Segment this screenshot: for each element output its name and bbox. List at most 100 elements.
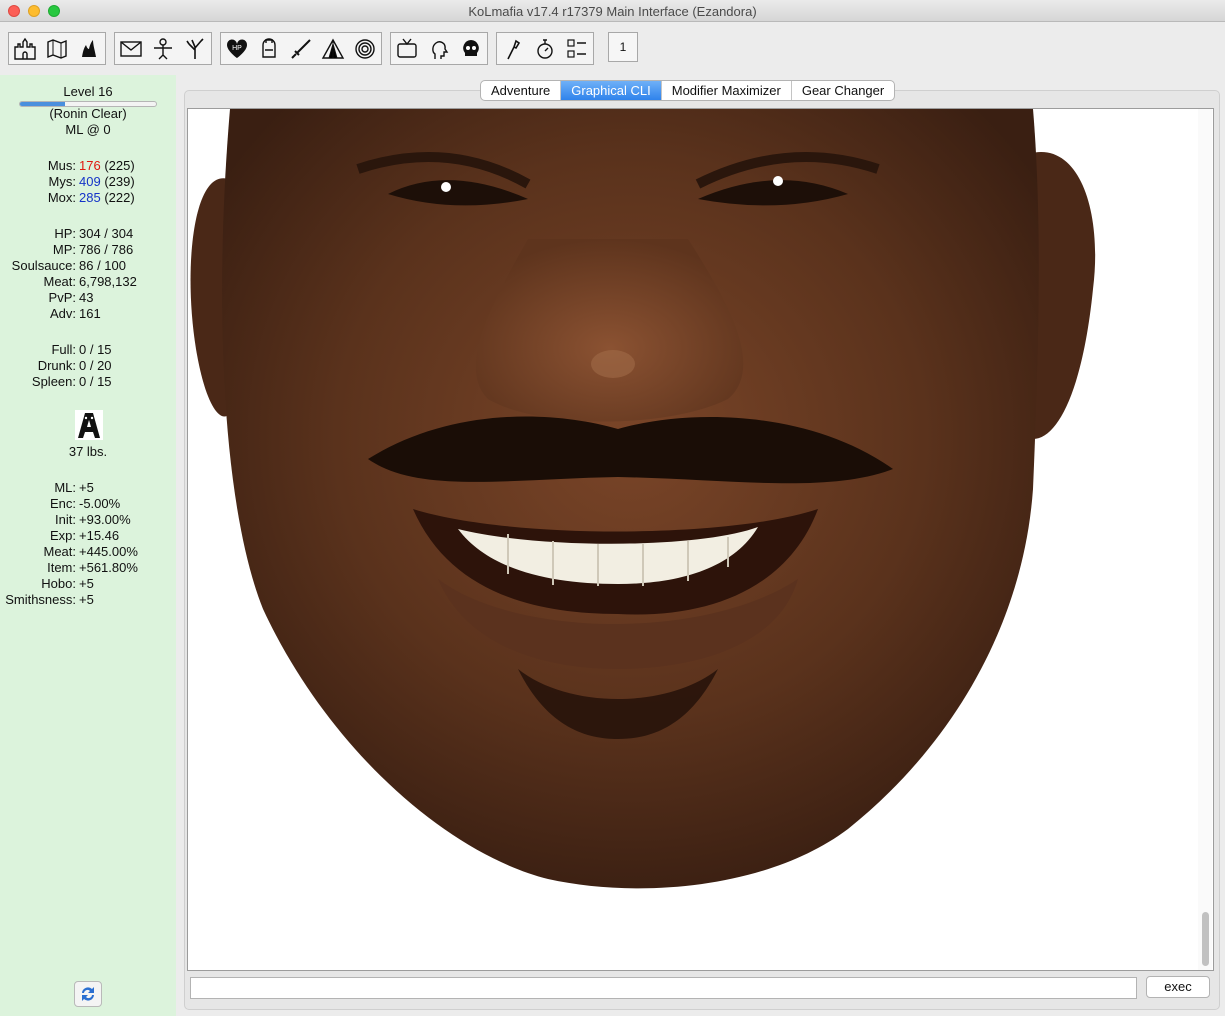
castle-icon[interactable] [9, 33, 41, 64]
scarecrow-icon[interactable] [147, 33, 179, 64]
face-image [190, 109, 1096, 889]
stat-base-value: (222) [104, 190, 135, 205]
map-icon[interactable] [41, 33, 73, 64]
scrollbar-thumb[interactable] [1202, 912, 1209, 966]
tv-icon[interactable] [391, 33, 423, 64]
stopwatch-icon[interactable] [529, 33, 561, 64]
resource-value: 43 [79, 290, 94, 305]
modifier-row-initiative: Init: +93.00% [0, 512, 176, 528]
modifier-value: +15.46 [79, 528, 120, 543]
tab-graphical-cli[interactable]: Graphical CLI [561, 81, 662, 100]
resource-label: Meat: [43, 274, 76, 289]
stat-row-mysticality: Mys: 409 (239) [0, 174, 176, 190]
resource-value: 304 / 304 [79, 226, 134, 241]
resource-value: 786 / 786 [79, 242, 134, 257]
exec-button[interactable]: exec [1146, 976, 1210, 998]
organ-label: Full: [51, 342, 76, 357]
modifier-label: Meat: [43, 544, 76, 559]
cauldron-icon[interactable] [73, 33, 105, 64]
toolbar-group-tools [496, 32, 594, 65]
modifier-value: +445.00% [79, 544, 138, 559]
stat-label: Mox: [47, 190, 76, 205]
mail-icon[interactable] [115, 33, 147, 64]
modifier-label: Exp: [49, 528, 76, 543]
modifier-label: ML: [54, 480, 76, 495]
modifier-label: Hobo: [41, 576, 76, 591]
refresh-button[interactable] [74, 981, 102, 1007]
resource-label: PvP: [48, 290, 76, 305]
checklist-icon[interactable] [561, 33, 593, 64]
toolbar-group-character: HP [220, 32, 382, 65]
modifier-label: Smithsness: [5, 592, 76, 607]
modifier-row-encounter: Enc: -5.00% [0, 496, 176, 512]
familiar-icon[interactable] [75, 410, 103, 440]
modifier-label: Item: [47, 560, 76, 575]
path-label: (Ronin Clear) [49, 106, 127, 121]
modifier-value: +5 [79, 576, 94, 591]
circus-tent-icon[interactable] [317, 33, 349, 64]
resource-row-hp: HP: 304 / 304 [0, 226, 176, 242]
resource-row-pvp: PvP: 43 [0, 290, 176, 306]
organ-value: 0 / 15 [79, 342, 112, 357]
resource-row-meat: Meat: 6,798,132 [0, 274, 176, 290]
resource-label: Adv: [49, 306, 76, 321]
stat-base-value: (239) [104, 174, 135, 189]
cli-command-input[interactable] [190, 977, 1137, 999]
head-icon[interactable] [423, 33, 455, 64]
organ-label: Drunk: [37, 358, 76, 373]
svg-text:HP: HP [232, 45, 242, 52]
resource-label: HP: [54, 226, 76, 241]
tab-gear-changer[interactable]: Gear Changer [792, 81, 894, 100]
modifier-value: +561.80% [79, 560, 138, 575]
backpack-icon[interactable] [253, 33, 285, 64]
resource-value: 86 / 100 [79, 258, 126, 273]
organ-row-spleen: Spleen: 0 / 15 [0, 374, 176, 390]
session-counter-badge[interactable]: 1 [608, 32, 638, 62]
toolbar-group-social [114, 32, 212, 65]
stat-row-moxie: Mox: 285 (222) [0, 190, 176, 206]
organ-row-full: Full: 0 / 15 [0, 342, 176, 358]
stat-value-pair: 409 (239) [79, 174, 135, 190]
spiral-icon[interactable] [349, 33, 381, 64]
refresh-icon [82, 987, 94, 1001]
modifier-row-meat: Meat: +445.00% [0, 544, 176, 560]
organ-label: Spleen: [31, 374, 76, 389]
toolbar-group-adventure [8, 32, 106, 65]
character-sidebar: Level 16 (Ronin Clear) ML @ 0 Mus: 176 (… [0, 75, 176, 1016]
modifier-row-ml: ML: +5 [0, 480, 176, 496]
title-bar: KoLmafia v17.4 r17379 Main Interface (Ez… [0, 0, 1225, 22]
familiar-weight: 37 lbs. [68, 444, 108, 459]
modifier-value: +93.00% [79, 512, 131, 527]
resource-row-soulsauce: Soulsauce: 86 / 100 [0, 258, 176, 274]
main-tabs: Adventure Graphical CLI Modifier Maximiz… [480, 80, 896, 101]
toolbar: HP 1 [0, 23, 1225, 73]
modifier-value: -5.00% [79, 496, 121, 511]
resource-row-mp: MP: 786 / 786 [0, 242, 176, 258]
modifier-value: +5 [79, 592, 94, 607]
stat-label: Mys: [48, 174, 76, 189]
vertical-scrollbar[interactable] [1198, 109, 1212, 970]
modifier-row-smithsness: Smithsness: +5 [0, 592, 176, 608]
skull-icon[interactable] [455, 33, 487, 64]
tab-adventure[interactable]: Adventure [481, 81, 562, 100]
stat-value-pair: 176 (225) [79, 158, 135, 174]
cli-output-display[interactable] [187, 108, 1214, 971]
resource-row-adventures: Adv: 161 [0, 306, 176, 322]
hp-heart-icon[interactable]: HP [221, 33, 253, 64]
organ-row-drunk: Drunk: 0 / 20 [0, 358, 176, 374]
sword-icon[interactable] [285, 33, 317, 64]
tab-modifier-maximizer[interactable]: Modifier Maximizer [662, 81, 792, 100]
tree-icon[interactable] [179, 33, 211, 64]
modifier-value: +5 [79, 480, 94, 495]
modifier-label: Init: [55, 512, 76, 527]
stat-row-muscle: Mus: 176 (225) [0, 158, 176, 174]
stat-label: Mus: [47, 158, 76, 173]
modifier-row-experience: Exp: +15.46 [0, 528, 176, 544]
stat-buffed-value: 409 [79, 174, 101, 189]
stat-buffed-value: 176 [79, 158, 101, 173]
torch-icon[interactable] [497, 33, 529, 64]
ml-label: ML @ 0 [65, 122, 111, 137]
stat-buffed-value: 285 [79, 190, 101, 205]
resource-label: Soulsauce: [11, 258, 76, 273]
resource-value: 6,798,132 [79, 274, 137, 289]
